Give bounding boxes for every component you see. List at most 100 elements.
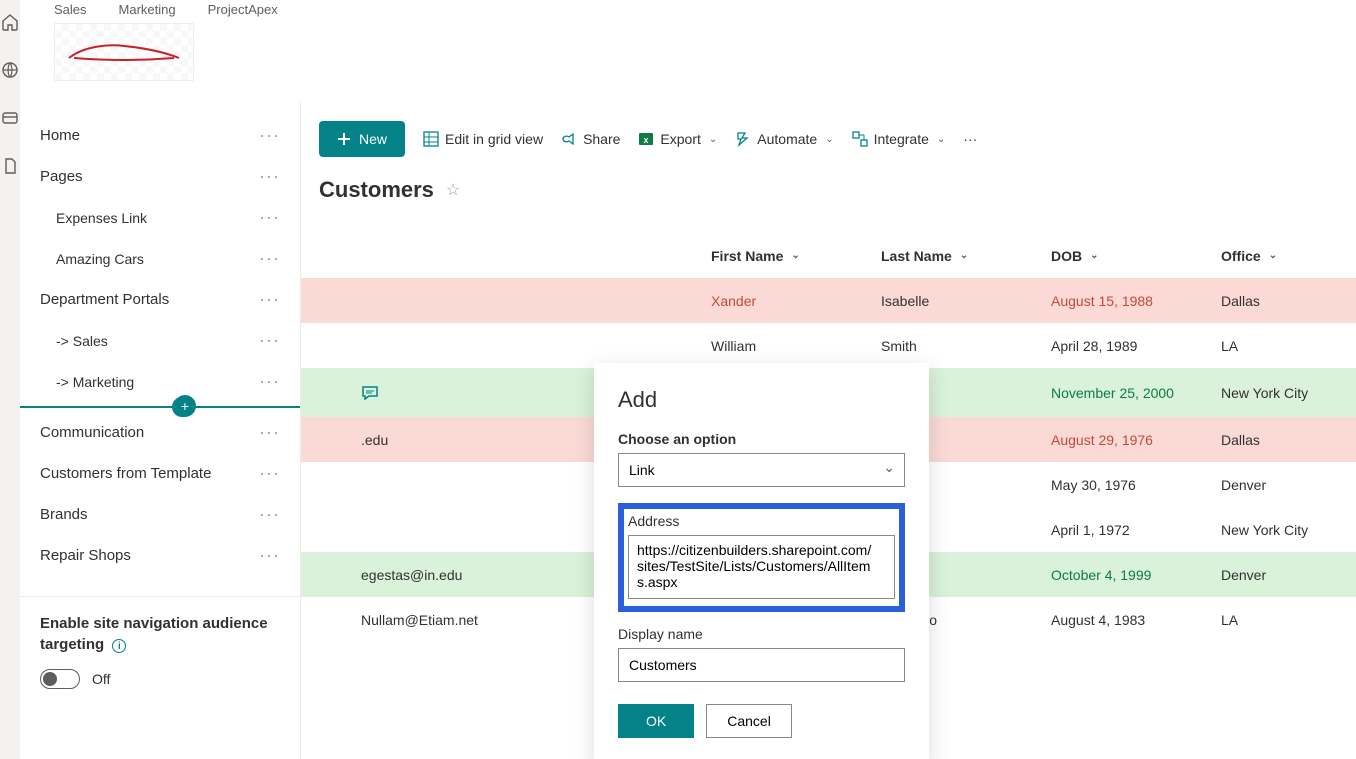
cancel-button[interactable]: Cancel	[706, 704, 792, 738]
cell-dob: April 28, 1989	[1051, 338, 1221, 354]
excel-icon: x	[638, 131, 654, 147]
favorite-star-icon[interactable]: ☆	[446, 180, 460, 200]
cell-email: Nullam@Etiam.net	[361, 612, 478, 628]
top-link-projectapex[interactable]: ProjectApex	[208, 2, 278, 17]
dialog-title: Add	[618, 387, 905, 413]
cell-office: New York City	[1221, 385, 1356, 401]
more-icon[interactable]: ···	[259, 166, 280, 187]
cell-office: Denver	[1221, 567, 1356, 583]
top-links: Sales Marketing ProjectApex	[54, 0, 1356, 17]
col-first-name[interactable]: First Name⌄	[711, 248, 881, 264]
nav-repair-shops[interactable]: Repair Shops···	[20, 535, 300, 576]
top-link-sales[interactable]: Sales	[54, 2, 87, 17]
insert-divider	[20, 406, 300, 408]
cell-ln: Isabelle	[881, 293, 1051, 309]
header: Sales Marketing ProjectApex	[20, 0, 1356, 101]
export-button[interactable]: x Export⌄	[638, 131, 717, 147]
cell-dob: August 29, 1976	[1051, 432, 1221, 448]
integrate-button[interactable]: Integrate⌄	[852, 131, 946, 147]
card-icon[interactable]	[0, 108, 20, 128]
edit-grid-button[interactable]: Edit in grid view	[423, 131, 543, 147]
address-highlight: Address	[618, 503, 905, 612]
cell-fn: Xander	[711, 293, 881, 309]
more-icon[interactable]: ···	[259, 248, 280, 269]
nav-marketing[interactable]: -> Marketing···	[20, 361, 300, 402]
more-icon[interactable]: ···	[259, 463, 280, 484]
col-last-name[interactable]: Last Name⌄	[881, 248, 1051, 264]
more-icon[interactable]: ···	[259, 504, 280, 525]
cell-email: egestas@in.edu	[361, 567, 462, 583]
nav-pages[interactable]: Pages···	[20, 156, 300, 197]
display-name-input[interactable]	[618, 648, 905, 682]
command-bar: New Edit in grid view Share x Export⌄	[301, 101, 1356, 177]
app-rail	[0, 0, 20, 759]
list-title: Customers	[319, 177, 434, 203]
cell-dob: May 30, 1976	[1051, 477, 1221, 493]
home-icon[interactable]	[0, 12, 20, 32]
toggle-label: Off	[92, 671, 110, 687]
new-button[interactable]: New	[319, 121, 405, 157]
nav-amazing-cars[interactable]: Amazing Cars···	[20, 238, 300, 279]
more-icon[interactable]: ···	[259, 125, 280, 146]
nav-department-portals[interactable]: Department Portals···	[20, 279, 300, 320]
nav-home[interactable]: Home···	[20, 115, 300, 156]
audience-targeting: Enable site navigation audience targetin…	[20, 596, 300, 705]
nav-customers-template[interactable]: Customers from Template···	[20, 453, 300, 494]
svg-text:x: x	[644, 135, 649, 145]
more-icon[interactable]: ···	[259, 545, 280, 566]
cell-dob: November 25, 2000	[1051, 385, 1221, 401]
overflow-button[interactable]: ···	[963, 131, 977, 147]
insert-plus-icon[interactable]: +	[174, 395, 196, 417]
nav-brands[interactable]: Brands···	[20, 494, 300, 535]
cell-dob: October 4, 1999	[1051, 567, 1221, 583]
table-row[interactable]: WilliamSmithApril 28, 1989LAMa	[301, 323, 1356, 368]
globe-icon[interactable]	[0, 60, 20, 80]
audience-toggle[interactable]	[40, 669, 80, 689]
col-office[interactable]: Office⌄	[1221, 248, 1356, 264]
sidebar-nav: Home··· Pages··· Expenses Link··· Amazin…	[20, 101, 301, 759]
cell-dob: August 4, 1983	[1051, 612, 1221, 628]
plus-icon	[337, 132, 351, 146]
site-logo[interactable]	[54, 23, 194, 81]
share-button[interactable]: Share	[561, 131, 620, 147]
chevron-down-icon: ⌄	[709, 134, 717, 145]
nav-expenses-link[interactable]: Expenses Link···	[20, 197, 300, 238]
cell-office: LA	[1221, 338, 1356, 354]
automate-button[interactable]: Automate⌄	[735, 131, 833, 147]
choose-select[interactable]: Link	[618, 453, 905, 487]
cell-email: .edu	[361, 432, 388, 448]
chevron-down-icon: ⌄	[937, 134, 945, 145]
more-icon[interactable]: ···	[259, 422, 280, 443]
info-icon[interactable]: i	[112, 639, 126, 653]
share-icon	[561, 131, 577, 147]
more-icon[interactable]: ···	[259, 330, 280, 351]
col-dob[interactable]: DOB⌄	[1051, 248, 1221, 264]
integrate-icon	[852, 131, 868, 147]
nav-sales[interactable]: -> Sales···	[20, 320, 300, 361]
more-icon[interactable]: ···	[259, 289, 280, 310]
cell-office: Dallas	[1221, 293, 1356, 309]
more-icon: ···	[963, 131, 977, 147]
top-link-marketing[interactable]: Marketing	[119, 2, 176, 17]
cell-fn: William	[711, 338, 881, 354]
cell-dob: April 1, 1972	[1051, 522, 1221, 538]
cell-office: Dallas	[1221, 432, 1356, 448]
cell-office: New York City	[1221, 522, 1356, 538]
chevron-down-icon: ⌄	[791, 250, 799, 261]
chevron-down-icon: ⌄	[960, 250, 968, 261]
work-area: New Edit in grid view Share x Export⌄	[301, 101, 1356, 759]
more-icon[interactable]: ···	[259, 371, 280, 392]
cell-ln: Smith	[881, 338, 1051, 354]
cell-dob: August 15, 1988	[1051, 293, 1221, 309]
nav-communication[interactable]: Communication···	[20, 412, 300, 453]
more-icon[interactable]: ···	[259, 207, 280, 228]
display-name-label: Display name	[618, 626, 905, 642]
chevron-down-icon: ⌄	[1090, 250, 1098, 261]
ok-button[interactable]: OK	[618, 704, 694, 738]
grid-icon	[423, 131, 439, 147]
choose-label: Choose an option	[618, 431, 905, 447]
address-input[interactable]	[628, 535, 895, 599]
cell-office: Denver	[1221, 477, 1356, 493]
file-icon[interactable]	[0, 156, 20, 176]
table-row[interactable]: XanderIsabelleAugust 15, 1988DallasHo	[301, 278, 1356, 323]
